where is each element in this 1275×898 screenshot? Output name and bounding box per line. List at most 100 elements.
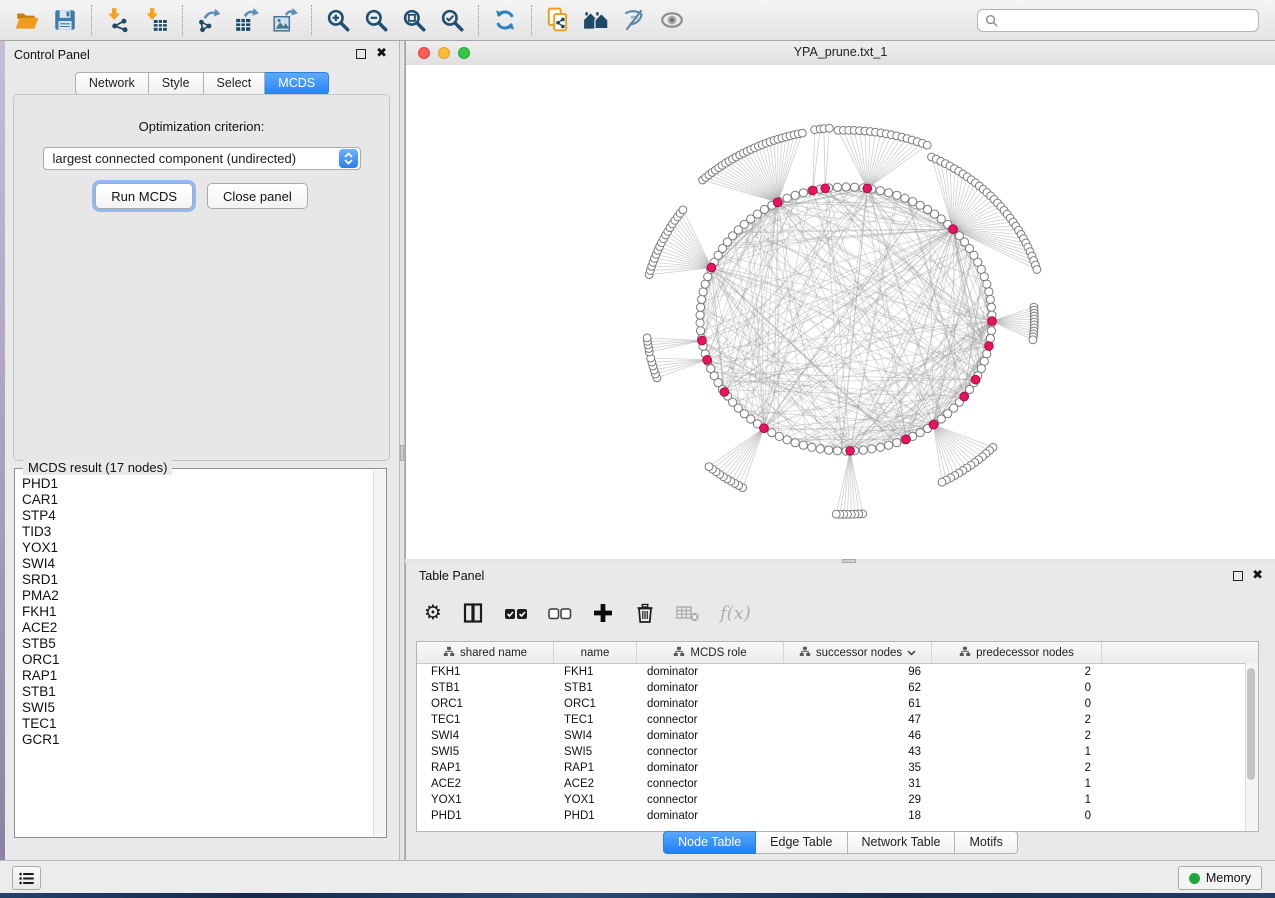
deselect-all-icon[interactable] xyxy=(548,602,572,624)
clone-network-icon[interactable] xyxy=(539,3,577,37)
ring-node[interactable] xyxy=(901,194,909,202)
list-item[interactable]: SWI5 xyxy=(22,700,373,716)
table-row[interactable]: STB1STB1dominator620 xyxy=(417,680,1258,696)
tab-motifs[interactable]: Motifs xyxy=(955,831,1017,854)
list-item[interactable]: TID3 xyxy=(22,524,373,540)
hub-node[interactable] xyxy=(863,184,872,193)
list-item[interactable]: ORC1 xyxy=(22,652,373,668)
search-field[interactable] xyxy=(977,9,1259,32)
hub-node[interactable] xyxy=(809,186,818,195)
tab-network-table[interactable]: Network Table xyxy=(848,831,956,854)
splitter-grip[interactable] xyxy=(400,445,404,461)
import-table-icon[interactable] xyxy=(137,3,175,37)
ring-node[interactable] xyxy=(791,191,799,199)
hub-node[interactable] xyxy=(703,356,712,365)
hub-node[interactable] xyxy=(773,198,782,207)
list-item[interactable]: ACE2 xyxy=(22,620,373,636)
ring-node[interactable] xyxy=(859,446,867,454)
zoom-fit-icon[interactable] xyxy=(395,3,433,37)
refresh-layout-icon[interactable] xyxy=(486,3,524,37)
ring-node[interactable] xyxy=(983,350,991,358)
scrollbar-thumb[interactable] xyxy=(1247,668,1255,780)
leaf-node[interactable] xyxy=(826,124,834,132)
hub-node[interactable] xyxy=(949,225,958,234)
ring-node[interactable] xyxy=(868,445,876,453)
export-network-icon[interactable] xyxy=(190,3,228,37)
ring-node[interactable] xyxy=(825,446,833,454)
tab-network[interactable]: Network xyxy=(75,72,149,95)
ring-node[interactable] xyxy=(987,327,995,335)
leaf-node[interactable] xyxy=(1033,266,1041,274)
ring-node[interactable] xyxy=(833,183,841,191)
leaf-node[interactable] xyxy=(938,478,946,486)
ring-node[interactable] xyxy=(696,319,704,327)
table-row[interactable]: TEC1TEC1connector472 xyxy=(417,712,1258,728)
zoom-out-icon[interactable] xyxy=(357,3,395,37)
ring-node[interactable] xyxy=(893,439,901,447)
float-panel-icon[interactable] xyxy=(1233,571,1243,581)
add-column-icon[interactable] xyxy=(592,602,614,624)
welcome-screen-icon[interactable] xyxy=(577,3,615,37)
leaf-node[interactable] xyxy=(798,129,806,137)
hide-graphics-details-icon[interactable] xyxy=(615,3,653,37)
tab-style[interactable]: Style xyxy=(149,72,204,95)
gear-icon[interactable]: ⚙ xyxy=(424,603,442,623)
list-item[interactable]: STB1 xyxy=(22,684,373,700)
hub-node[interactable] xyxy=(902,435,911,444)
export-table-icon[interactable] xyxy=(228,3,266,37)
ring-node[interactable] xyxy=(808,443,816,451)
table-row[interactable]: PHD1PHD1dominator180 xyxy=(417,808,1258,824)
ring-node[interactable] xyxy=(783,436,791,444)
ring-node[interactable] xyxy=(699,288,707,296)
ring-node[interactable] xyxy=(697,327,705,335)
hub-node[interactable] xyxy=(985,342,994,351)
table-row[interactable]: YOX1YOX1connector291 xyxy=(417,792,1258,808)
column-header-name[interactable]: name xyxy=(554,642,637,663)
ring-node[interactable] xyxy=(697,303,705,311)
leaf-node[interactable] xyxy=(1029,336,1037,344)
leaf-node[interactable] xyxy=(832,510,840,518)
columns-icon[interactable] xyxy=(462,602,484,624)
tab-select[interactable]: Select xyxy=(204,72,266,95)
list-item[interactable]: SRD1 xyxy=(22,572,373,588)
show-graphics-details-icon[interactable] xyxy=(653,3,691,37)
ring-node[interactable] xyxy=(987,303,995,311)
ring-node[interactable] xyxy=(986,295,994,303)
list-item[interactable]: PMA2 xyxy=(22,588,373,604)
list-item[interactable]: TEC1 xyxy=(22,716,373,732)
table-row[interactable]: ACE2ACE2connector311 xyxy=(417,776,1258,792)
list-item[interactable]: PHD1 xyxy=(22,476,373,492)
ring-node[interactable] xyxy=(983,280,991,288)
hub-node[interactable] xyxy=(707,263,716,272)
close-panel-button[interactable]: Close panel xyxy=(207,183,308,209)
memory-button[interactable]: Memory xyxy=(1178,866,1262,890)
ring-node[interactable] xyxy=(893,191,901,199)
column-header-shared-name[interactable]: shared name xyxy=(417,642,554,663)
list-item[interactable]: GCR1 xyxy=(22,732,373,748)
leaf-node[interactable] xyxy=(679,206,687,214)
ring-node[interactable] xyxy=(885,441,893,449)
hub-node[interactable] xyxy=(821,184,830,193)
hub-node[interactable] xyxy=(960,392,969,401)
table-scrollbar[interactable] xyxy=(1245,663,1258,831)
ring-node[interactable] xyxy=(833,447,841,455)
close-panel-icon[interactable]: ✖ xyxy=(1252,568,1263,582)
table-row[interactable]: FKH1FKH1dominator962 xyxy=(417,664,1258,680)
task-history-button[interactable] xyxy=(12,866,41,890)
ring-node[interactable] xyxy=(986,334,994,342)
hub-node[interactable] xyxy=(971,375,980,384)
ring-node[interactable] xyxy=(876,187,884,195)
list-item[interactable]: STB5 xyxy=(22,636,373,652)
import-network-icon[interactable] xyxy=(99,3,137,37)
tab-mcds[interactable]: MCDS xyxy=(265,72,329,95)
leaf-node[interactable] xyxy=(643,334,651,342)
list-item[interactable]: YOX1 xyxy=(22,540,373,556)
hub-node[interactable] xyxy=(929,420,938,429)
list-item[interactable]: FKH1 xyxy=(22,604,373,620)
ring-node[interactable] xyxy=(775,432,783,440)
select-all-icon[interactable] xyxy=(504,602,528,624)
tab-edge-table[interactable]: Edge Table xyxy=(756,831,847,854)
column-header-predecessor-nodes[interactable]: predecessor nodes xyxy=(932,642,1102,663)
list-item[interactable]: CAR1 xyxy=(22,492,373,508)
ring-node[interactable] xyxy=(799,189,807,197)
